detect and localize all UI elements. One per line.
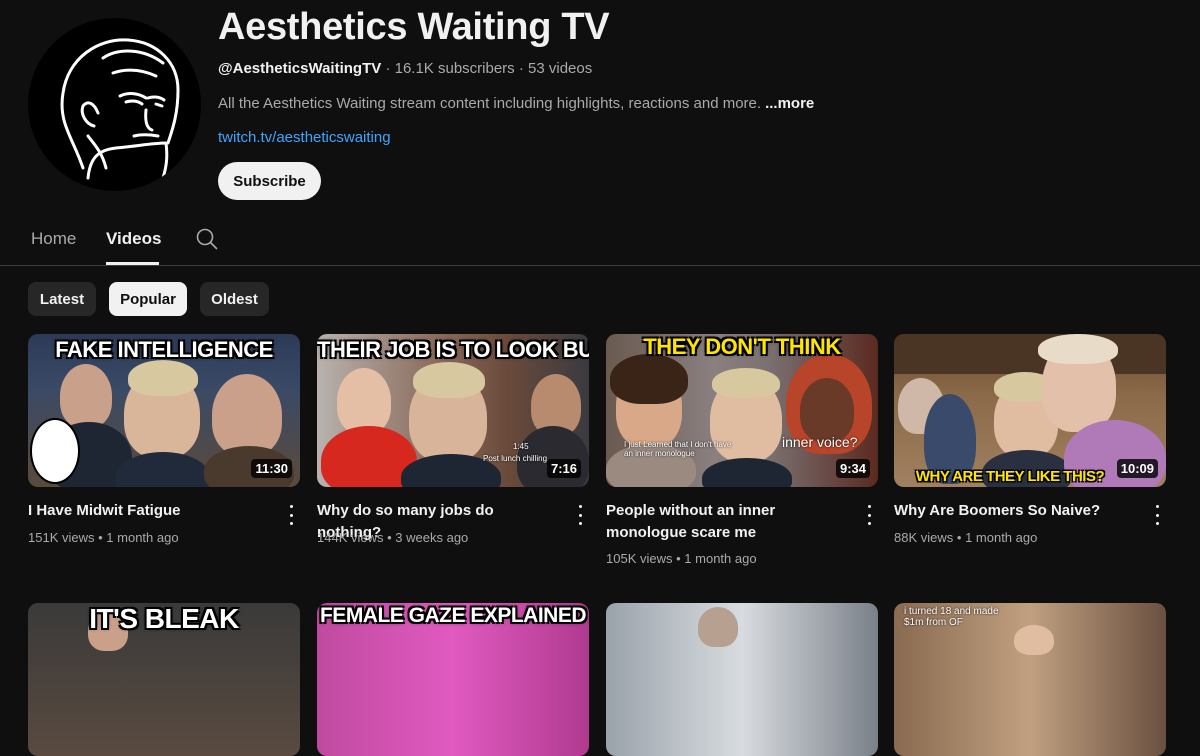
channel-link[interactable]: twitch.tv/aestheticswaiting [218, 129, 391, 146]
thumbnail-caption: THEIR JOB IS TO LOOK BUSY [317, 337, 589, 362]
video-title[interactable]: People without an inner monologue scare … [606, 500, 846, 544]
thumbnail-small-text: i turned 18 and made $1m from OF [904, 606, 999, 628]
video-count: 53 videos [528, 60, 593, 77]
video-card[interactable]: 1:45 Post lunch chilling THEIR JOB IS TO… [317, 334, 589, 545]
video-card[interactable]: FEMALE GAZE EXPLAINED [317, 603, 589, 756]
wojak-face-icon [60, 38, 180, 180]
more-actions-icon[interactable] [574, 504, 586, 526]
video-meta: 105K views • 1 month ago [606, 551, 757, 566]
wojak-sticker-icon [30, 418, 80, 484]
view-count: 151K views [28, 530, 95, 545]
channel-tabs: Home Videos [0, 220, 1200, 266]
filter-oldest[interactable]: Oldest [200, 282, 269, 316]
upload-age: 3 weeks ago [395, 530, 469, 545]
meta-separator: • [387, 530, 392, 545]
thumbnail-small-text: I just Learned that I don't have an inne… [624, 440, 732, 458]
thumbnail-caption: THEY DON'T THINK [643, 334, 841, 359]
upload-age: 1 month ago [684, 551, 757, 566]
meta-separator: • [98, 530, 103, 545]
video-thumbnail[interactable]: 1:45 Post lunch chilling THEIR JOB IS TO… [317, 334, 589, 487]
video-thumbnail[interactable]: WHY ARE THEY LIKE THIS? 10:09 [894, 334, 1166, 487]
video-thumbnail[interactable]: i turned 18 and made $1m from OF [894, 603, 1166, 756]
description-text: All the Aesthetics Waiting stream conten… [218, 95, 762, 112]
video-duration: 11:30 [251, 459, 292, 478]
thumbnail-small-text: inner voice? [782, 434, 858, 450]
thumbnail-small-text: 1:45 [513, 442, 529, 451]
filter-latest[interactable]: Latest [28, 282, 96, 316]
video-duration: 7:16 [546, 459, 581, 478]
video-thumbnail[interactable] [606, 603, 878, 756]
video-title[interactable]: Why Are Boomers So Naive? [894, 500, 1134, 522]
view-count: 105K views [606, 551, 673, 566]
subscribe-button[interactable]: Subscribe [218, 162, 321, 200]
thumbnail-caption: FAKE INTELLIGENCE [55, 337, 273, 362]
video-card[interactable] [606, 603, 878, 756]
active-tab-indicator [106, 262, 159, 265]
more-actions-icon[interactable] [863, 504, 875, 526]
video-duration: 9:34 [835, 459, 870, 478]
meta-separator: • [956, 530, 962, 545]
meta-separator: • [676, 551, 681, 566]
upload-age: 1 month ago [106, 530, 179, 545]
video-card[interactable]: I just Learned that I don't have an inne… [606, 334, 878, 566]
more-link[interactable]: ...more [765, 95, 814, 112]
video-thumbnail[interactable]: IT'S BLEAK [28, 603, 300, 756]
video-thumbnail[interactable]: I just Learned that I don't have an inne… [606, 334, 878, 487]
video-card[interactable]: FAKE INTELLIGENCE 11:30 I Have Midwit Fa… [28, 334, 300, 545]
video-duration: 10:09 [1116, 459, 1158, 478]
video-thumbnail[interactable]: FEMALE GAZE EXPLAINED [317, 603, 589, 756]
tab-videos[interactable]: Videos [106, 229, 161, 249]
thumbnail-small-text: Post lunch chilling [483, 454, 548, 463]
view-count: 144K views [317, 530, 384, 545]
filter-popular[interactable]: Popular [109, 282, 187, 316]
more-actions-icon[interactable] [1151, 504, 1163, 526]
meta-separator: · [518, 60, 524, 77]
video-thumbnail[interactable]: FAKE INTELLIGENCE 11:30 [28, 334, 300, 487]
video-card[interactable]: IT'S BLEAK [28, 603, 300, 756]
thumbnail-caption: FEMALE GAZE EXPLAINED [319, 604, 587, 627]
video-meta: 88K views • 1 month ago [894, 530, 1037, 545]
thumbnail-caption: WHY ARE THEY LIKE THIS? [915, 468, 1105, 485]
video-card[interactable]: WHY ARE THEY LIKE THIS? 10:09 Why Are Bo… [894, 334, 1166, 545]
channel-name: Aesthetics Waiting TV [218, 6, 610, 48]
subscriber-count: 16.1K subscribers [394, 60, 515, 77]
search-icon[interactable] [196, 228, 218, 250]
channel-description[interactable]: All the Aesthetics Waiting stream conten… [218, 95, 814, 112]
channel-meta: @AestheticsWaitingTV · 16.1K subscribers… [218, 60, 592, 77]
more-actions-icon[interactable] [285, 504, 297, 526]
meta-separator: · [385, 60, 391, 77]
upload-age: 1 month ago [965, 530, 1038, 545]
video-meta: 151K views • 1 month ago [28, 530, 179, 545]
video-title[interactable]: I Have Midwit Fatigue [28, 500, 268, 522]
tab-home[interactable]: Home [31, 229, 76, 249]
channel-avatar[interactable] [28, 18, 201, 191]
view-count: 88K views [894, 530, 954, 545]
thumbnail-caption: IT'S BLEAK [89, 603, 239, 634]
video-meta: 144K views • 3 weeks ago [317, 530, 468, 545]
video-card[interactable]: i turned 18 and made $1m from OF [894, 603, 1166, 756]
channel-handle: @AestheticsWaitingTV [218, 60, 382, 77]
